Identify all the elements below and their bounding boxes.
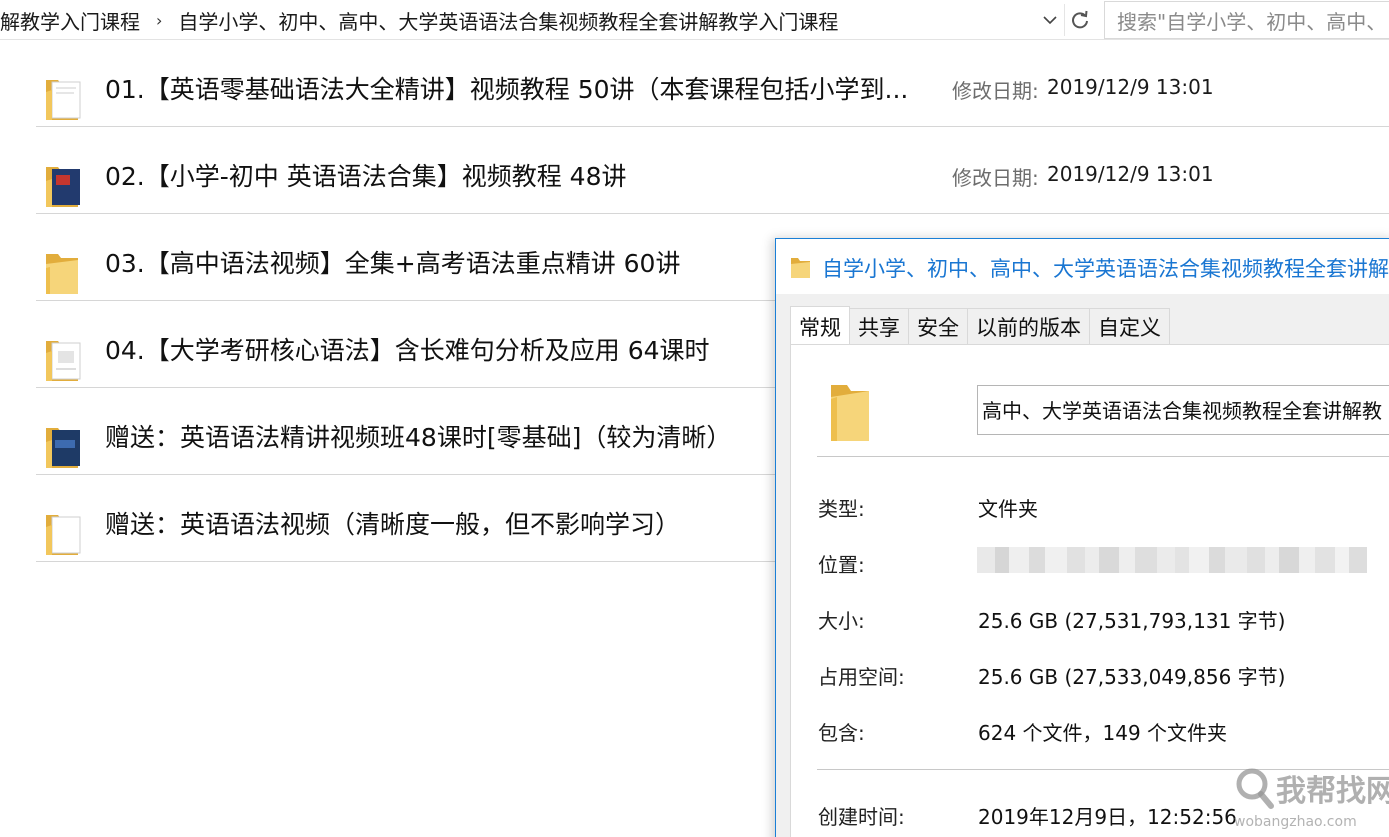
tab-strip: 常规 共享 安全 以前的版本 自定义 (790, 306, 1170, 346)
breadcrumb-current[interactable]: 自学小学、初中、高中、大学英语语法合集视频教程全套讲解教学入门课程 (178, 6, 838, 35)
folder-icon (46, 254, 78, 294)
breadcrumb-parent[interactable]: 解教学入门课程 (0, 6, 140, 35)
watermark-text: 我帮找网 (1276, 774, 1389, 809)
file-name: 赠送：英语语法视频（清晰度一般，但不影响学习） (105, 510, 681, 539)
tab-customize[interactable]: 自定义 (1089, 308, 1170, 344)
watermark-url: wobangzhao.com (1234, 814, 1357, 830)
size-value: 25.6 GB (27,531,793,131 字节) (978, 609, 1286, 633)
tab-security[interactable]: 安全 (908, 308, 968, 344)
dialog-body: 常规 共享 安全 以前的版本 自定义 高中、大学英语语法合集视频教程全套讲解教 … (776, 294, 1389, 837)
file-name: 03.【高中语法视频】全集+高考语法重点精讲 60讲 (105, 249, 681, 278)
tab-previous-versions[interactable]: 以前的版本 (967, 308, 1090, 344)
type-label: 类型: (818, 497, 865, 521)
contains-value: 624 个文件，149 个文件夹 (978, 721, 1228, 745)
size-label: 大小: (818, 609, 865, 633)
file-name: 02.【小学-初中 英语语法合集】视频教程 48讲 (105, 162, 627, 191)
folder-name-field[interactable]: 高中、大学英语语法合集视频教程全套讲解教 (977, 385, 1389, 435)
created-label: 创建时间: (818, 805, 905, 829)
search-placeholder: 搜索"自学小学、初中、高中、 (1117, 9, 1387, 34)
divider (817, 456, 1389, 457)
file-name: 赠送：英语语法精讲视频班48课时[零基础]（较为清晰） (105, 423, 732, 452)
folder-icon (831, 385, 869, 441)
address-bar: 解教学入门课程 › 自学小学、初中、高中、大学英语语法合集视频教程全套讲解教学入… (0, 0, 1389, 40)
refresh-button[interactable] (1064, 4, 1094, 36)
watermark: 我帮找网 wobangzhao.com (1234, 762, 1389, 837)
tab-sharing[interactable]: 共享 (849, 308, 909, 344)
location-label: 位置: (818, 553, 865, 577)
file-name: 01.【英语零基础语法大全精讲】视频教程 50讲（本套课程包括小学到... (105, 75, 909, 104)
contains-label: 包含: (818, 721, 865, 745)
magnifier-logo-icon (1236, 768, 1274, 809)
dialog-title: 自学小学、初中、高中、大学英语语法合集视频教程全套讲解 (822, 257, 1389, 281)
chevron-down-icon (1043, 16, 1057, 25)
disk-size-value: 25.6 GB (27,533,049,856 字节) (978, 665, 1286, 689)
location-value-redacted (977, 547, 1389, 573)
chevron-right-icon[interactable]: › (156, 11, 162, 30)
list-item[interactable]: 01.【英语零基础语法大全精讲】视频教程 50讲（本套课程包括小学到... 修改… (36, 40, 1389, 127)
folder-with-book-cover-icon (46, 428, 80, 468)
breadcrumb[interactable]: 解教学入门课程 › 自学小学、初中、高中、大学英语语法合集视频教程全套讲解教学入… (0, 0, 1060, 40)
properties-dialog: 自学小学、初中、高中、大学英语语法合集视频教程全套讲解 常规 共享 安全 以前的… (775, 238, 1389, 837)
dialog-title-bar[interactable]: 自学小学、初中、高中、大学英语语法合集视频教程全套讲解 (776, 238, 1389, 294)
folder-with-documents-icon (46, 80, 81, 120)
address-history-dropdown[interactable] (1038, 6, 1062, 34)
list-item[interactable]: 02.【小学-初中 英语语法合集】视频教程 48讲 修改日期: 2019/12/… (36, 127, 1389, 214)
file-name: 04.【大学考研核心语法】含长难句分析及应用 64课时 (105, 336, 710, 365)
modified-date-label: 修改日期: (952, 166, 1039, 190)
search-input[interactable]: 搜索"自学小学、初中、高中、 (1104, 1, 1389, 39)
modified-date: 2019/12/9 13:01 (1047, 75, 1214, 99)
disk-size-label: 占用空间: (818, 665, 905, 689)
folder-icon (791, 258, 810, 278)
folder-with-book-cover-icon (46, 167, 80, 207)
tab-general[interactable]: 常规 (790, 306, 850, 346)
modified-date: 2019/12/9 13:01 (1047, 162, 1214, 186)
folder-with-documents-icon (46, 515, 81, 555)
refresh-icon (1071, 10, 1088, 29)
folder-with-documents-icon (46, 341, 81, 381)
modified-date-label: 修改日期: (952, 79, 1039, 103)
created-value: 2019年12月9日，12:52:56 (978, 805, 1237, 829)
type-value: 文件夹 (978, 497, 1038, 521)
